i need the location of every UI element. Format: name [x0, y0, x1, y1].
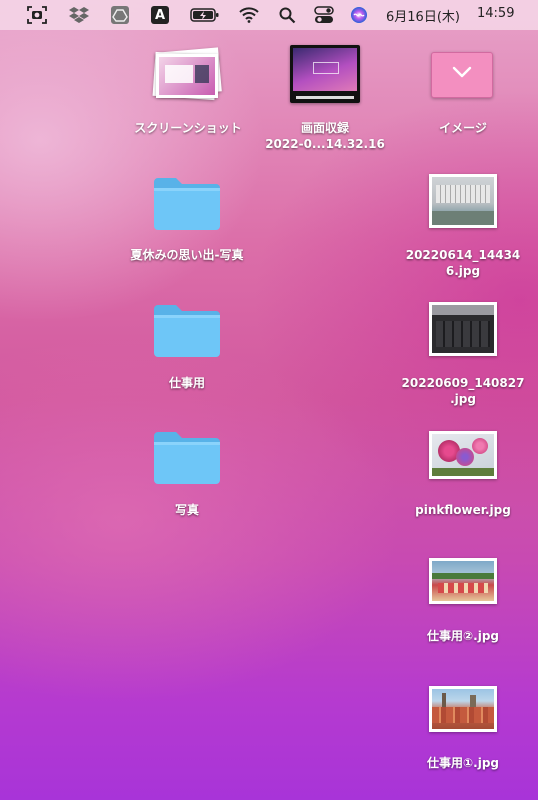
wifi-icon[interactable] [238, 5, 260, 25]
photo-thumbnail[interactable] [429, 174, 497, 228]
photo-thumbnail[interactable] [429, 302, 497, 356]
screenshot-icon[interactable] [26, 5, 48, 25]
menu-time[interactable]: 14:59 [477, 6, 514, 21]
folder-icon[interactable] [152, 299, 222, 359]
search-icon[interactable] [278, 5, 296, 25]
folder-icon[interactable] [152, 426, 222, 486]
item-label[interactable]: 夏休みの思い出-写真 [117, 247, 257, 263]
item-label[interactable]: 仕事用 [117, 375, 257, 391]
item-label[interactable]: 20220609_140827 .jpg [393, 375, 533, 407]
item-label[interactable]: 画面収録 2022-0...14.32.16 [255, 120, 395, 152]
battery-charging-icon[interactable] [190, 5, 220, 25]
item-label[interactable]: 仕事用②.jpg [393, 628, 533, 644]
siri-icon[interactable] [350, 5, 368, 25]
photo-thumbnail[interactable] [429, 558, 497, 604]
item-label[interactable]: 写真 [117, 502, 257, 518]
screenshots-folder-icon[interactable] [150, 47, 226, 106]
menu-date[interactable]: 6月16日(木) [386, 6, 460, 25]
item-label[interactable]: 仕事用①.jpg [393, 755, 533, 771]
keyboard-input-icon[interactable]: A [150, 5, 170, 25]
menu-bar: A 6月16日(木) 14:59 [0, 0, 538, 30]
disk-image-icon[interactable] [431, 52, 493, 98]
photo-thumbnail[interactable] [429, 686, 497, 732]
item-label[interactable]: イメージ [393, 120, 533, 136]
google-drive-icon[interactable] [110, 5, 130, 25]
item-label[interactable]: 20220614_14434 6.jpg [393, 247, 533, 279]
item-label[interactable]: スクリーンショット [118, 120, 258, 136]
screen-recording-thumbnail[interactable] [290, 45, 360, 103]
dropbox-icon[interactable] [68, 5, 90, 25]
item-label[interactable]: pinkflower.jpg [393, 502, 533, 518]
photo-thumbnail[interactable] [429, 431, 497, 479]
control-center-icon[interactable] [314, 5, 334, 25]
folder-icon[interactable] [152, 172, 222, 232]
